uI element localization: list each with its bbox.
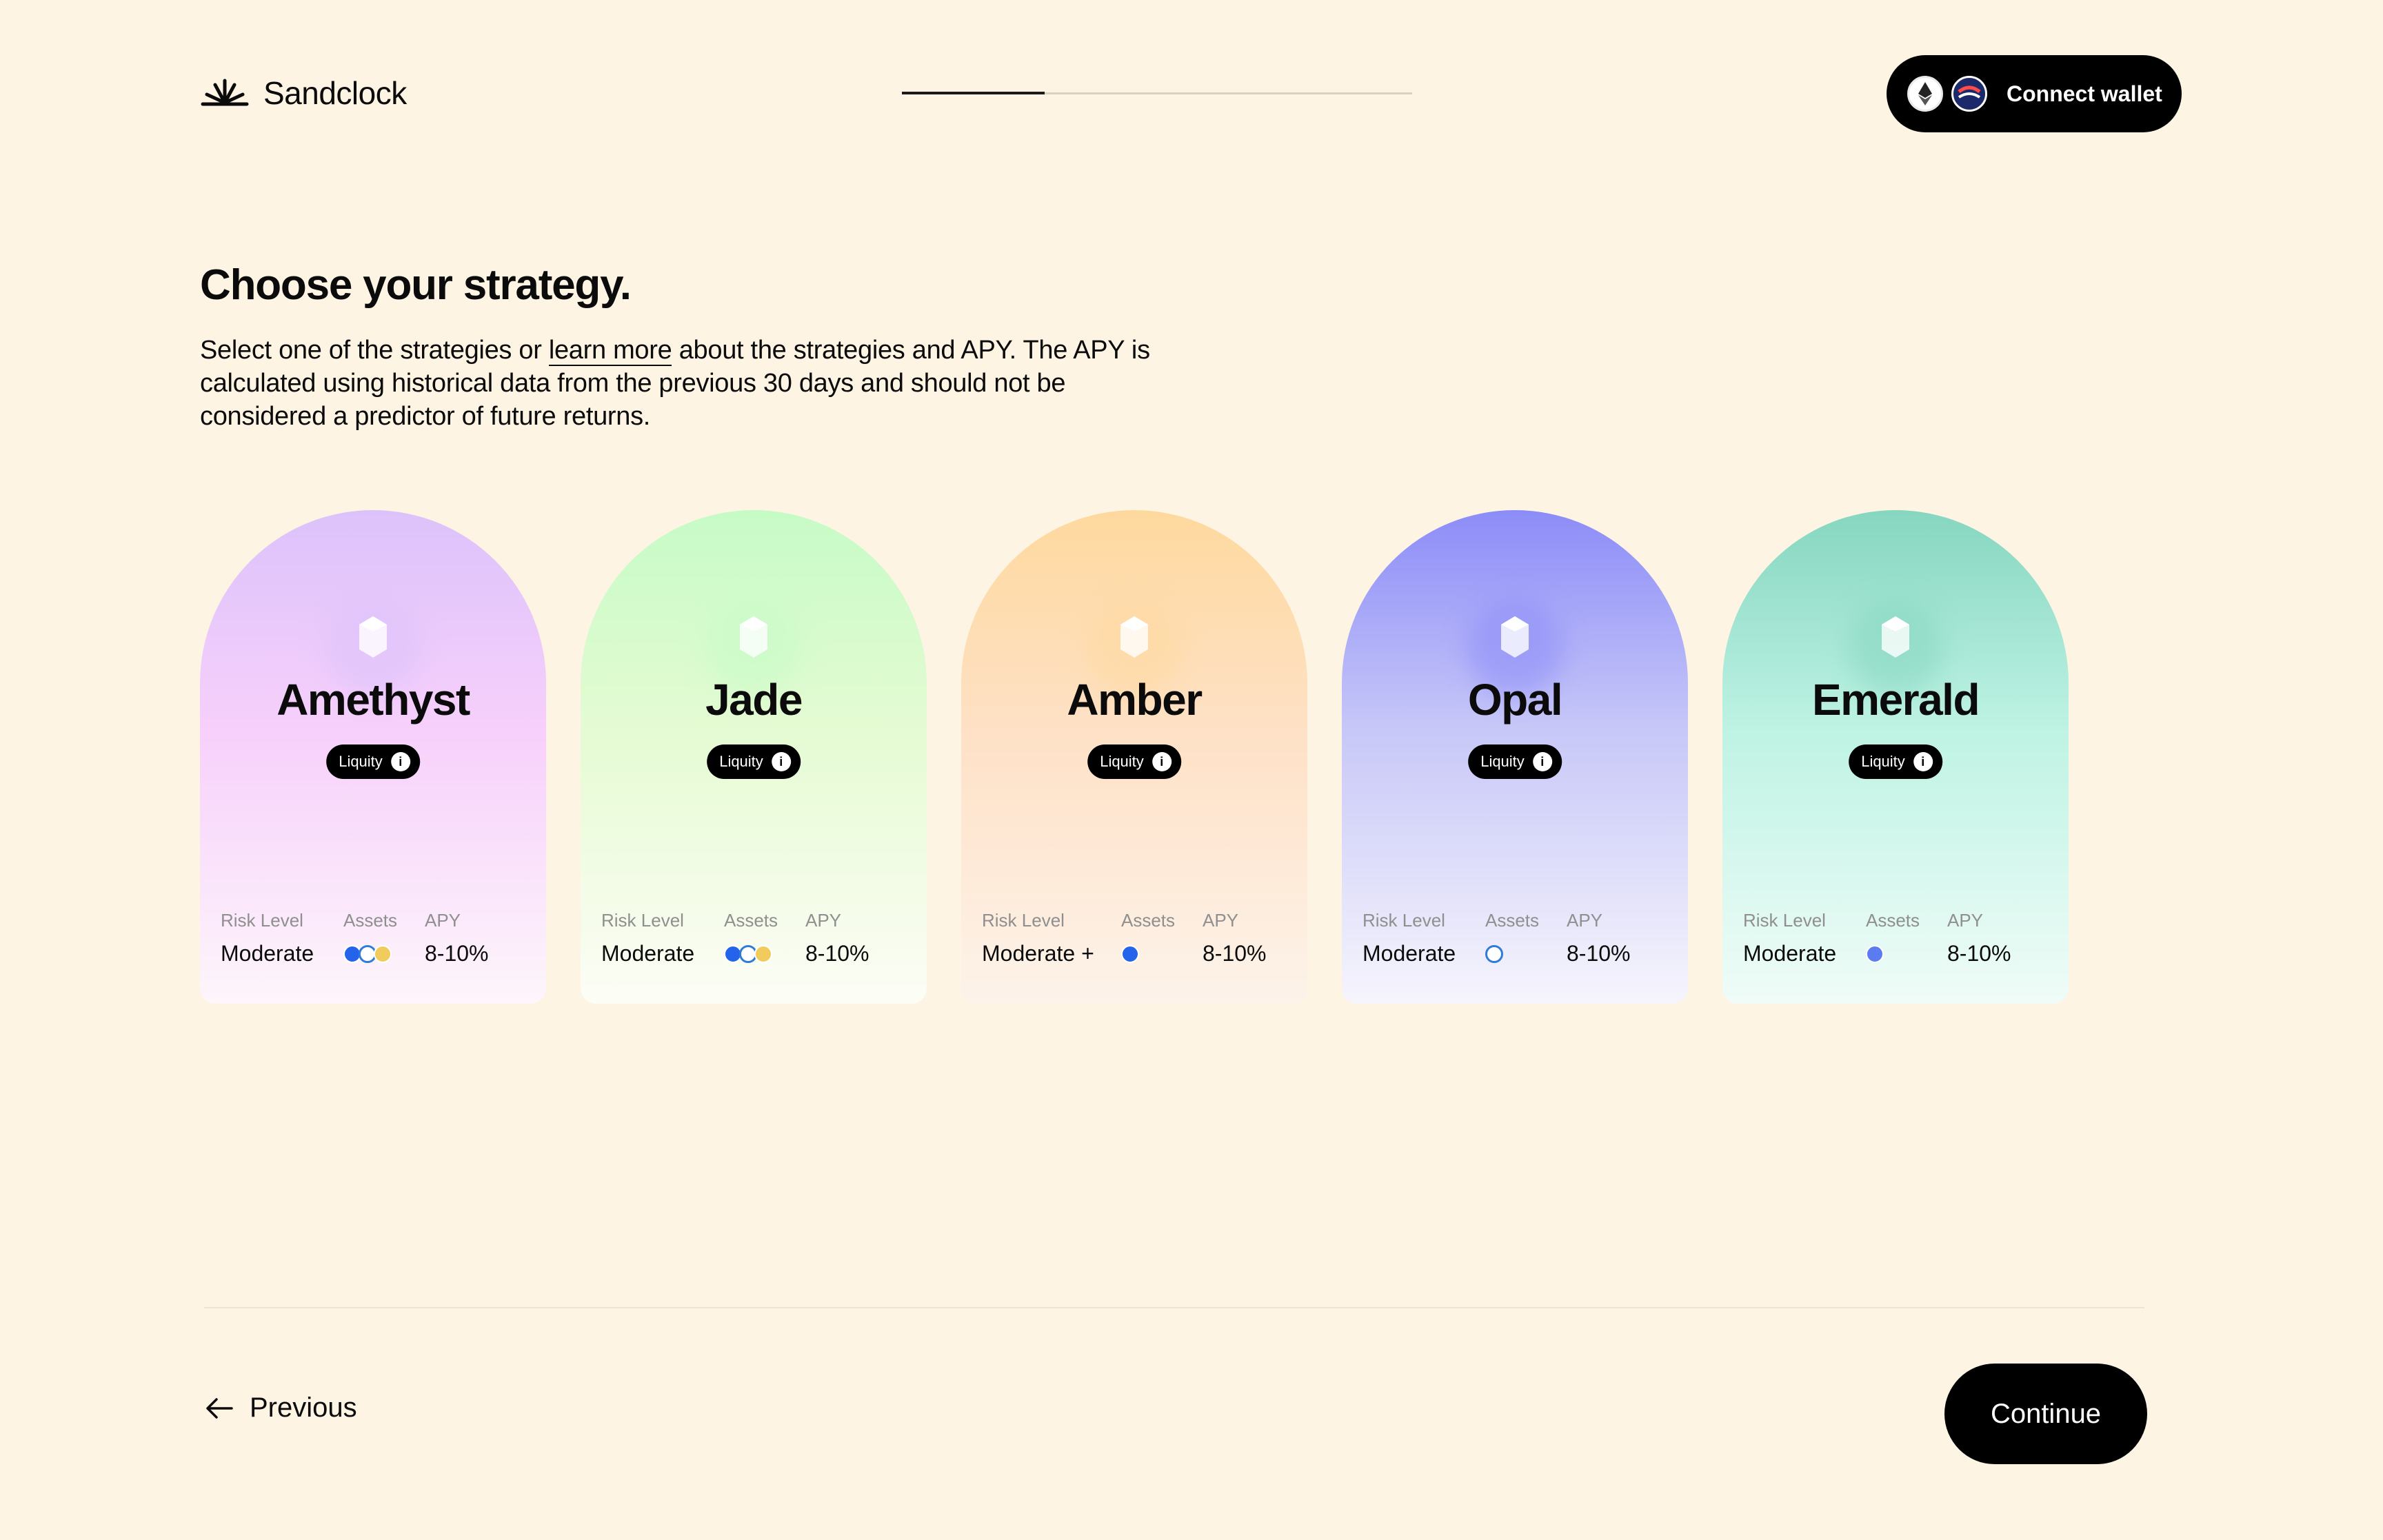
apy-value: 8-10% [1203,941,1267,966]
protocol-name: Liquity [719,753,763,770]
risk-level-label: Risk Level [601,910,684,931]
strategy-stats: Risk Level Assets APY Moderate 8-10% [221,910,532,966]
risk-level-value: Moderate [1743,941,1837,966]
protocol-name: Liquity [339,753,383,770]
strategy-card-emerald[interactable]: Emerald Liquity i Risk Level Assets APY Mod… [1722,510,2069,1004]
strategy-stats: Risk Level Assets APY Moderate 8-10% [1363,910,1674,966]
asset-icons [1121,943,1203,965]
info-icon[interactable]: i [771,752,791,771]
asset-icons [343,943,425,965]
risk-level-label: Risk Level [1743,910,1826,931]
asset-icons [724,943,805,965]
learn-more-link[interactable]: learn more [548,336,672,366]
strategy-name: Jade [705,675,803,725]
apy-label: APY [805,910,842,931]
sandclock-logo-icon [201,79,249,106]
page-title: Choose your strategy. [200,261,632,309]
info-icon[interactable]: i [1152,752,1172,771]
asset-icons [1485,943,1567,965]
strategy-stats: Risk Level Assets APY Moderate 8-10% [601,910,913,966]
dai-icon [374,944,392,963]
ethereum-icon [1907,76,1943,112]
assets-label: Assets [343,910,398,931]
assets-label: Assets [1485,910,1540,931]
connect-wallet-label: Connect wallet [2007,81,2162,106]
apy-label: APY [1203,910,1239,931]
assets-label: Assets [1866,910,1920,931]
apy-label: APY [1947,910,1984,931]
description-text-start: Select one of the strategies or [200,336,549,365]
info-icon[interactable]: i [390,752,410,771]
strategy-card-opal[interactable]: Opal Liquity i Risk Level Assets APY Modera… [1342,510,1688,1004]
strategy-name: Opal [1467,675,1563,725]
brand-logo[interactable]: Sandclock [200,74,407,112]
apy-label: APY [425,910,461,931]
protocol-badge[interactable]: Liquity i [1849,744,1942,779]
risk-level-label: Risk Level [221,910,303,931]
apy-label: APY [1567,910,1603,931]
lusd-icon [1121,944,1139,963]
risk-level-value: Moderate [601,941,695,966]
brand-name: Sandclock [263,75,407,111]
apy-value: 8-10% [805,941,869,966]
protocol-badge[interactable]: Liquity i [326,744,420,779]
protocol-name: Liquity [1480,753,1525,770]
previous-label: Previous [250,1392,357,1423]
strategy-name: Amber [1067,675,1203,725]
protocol-badge[interactable]: Liquity i [1087,744,1181,779]
risk-level-value: Moderate [1363,941,1456,966]
strategy-card-amethyst[interactable]: Amethyst Liquity i Risk Level Assets APY Mo… [200,510,546,1004]
step-progress-bar [902,92,1412,94]
assets-label: Assets [1121,910,1176,931]
strategy-stats: Risk Level Assets APY Moderate 8-10% [1743,910,2055,966]
strategy-name: Emerald [1811,675,1980,725]
info-icon[interactable]: i [1913,752,1933,771]
protocol-name: Liquity [1861,753,1905,770]
protocol-badge[interactable]: Liquity i [707,744,801,779]
strategy-page: Sandclock Connect wallet Choose your str… [0,0,2383,1540]
apy-value: 8-10% [425,941,489,966]
risk-level-label: Risk Level [1363,910,1445,931]
risk-level-label: Risk Level [982,910,1065,931]
protocol-name: Liquity [1100,753,1144,770]
gem-icon [359,616,387,658]
strategy-stats: Risk Level Assets APY Moderate + 8-10% [982,910,1294,966]
assets-label: Assets [724,910,778,931]
info-icon[interactable]: i [1532,752,1552,771]
arrow-left-icon [206,1397,233,1419]
gem-icon [740,616,767,658]
eth-icon [1866,944,1884,963]
protocol-badge[interactable]: Liquity i [1468,744,1562,779]
gem-icon [1120,616,1148,658]
optimism-icon [1951,76,1987,112]
risk-level-value: Moderate [221,941,314,966]
page-description: Select one of the strategies or learn mo… [200,334,1165,433]
dai-icon [754,944,772,963]
usdc-icon [1485,944,1503,963]
connect-wallet-button[interactable]: Connect wallet [1887,55,2182,132]
apy-value: 8-10% [1567,941,1631,966]
strategy-card-amber[interactable]: Amber Liquity i Risk Level Assets APY Moder… [961,510,1307,1004]
gem-icon [1501,616,1529,658]
strategy-name: Amethyst [276,675,470,725]
asset-icons [1866,943,1947,965]
continue-button[interactable]: Continue [1944,1364,2147,1464]
apy-value: 8-10% [1947,941,2011,966]
strategy-card-jade[interactable]: Jade Liquity i Risk Level Assets APY Modera… [581,510,927,1004]
risk-level-value: Moderate + [982,941,1094,966]
footer-divider [204,1307,2144,1308]
gem-icon [1882,616,1909,658]
step-progress-fill [902,92,1045,94]
previous-button[interactable]: Previous [204,1392,357,1424]
